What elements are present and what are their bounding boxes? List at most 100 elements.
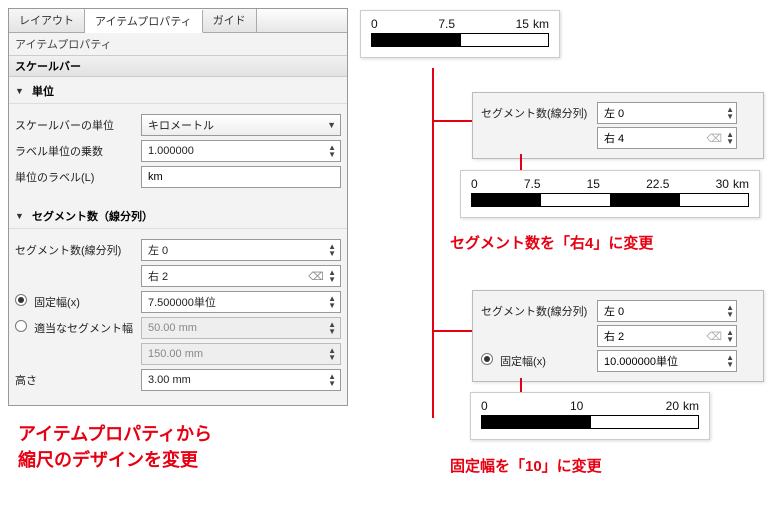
callout-main-line2: 縮尺のデザインを変更 xyxy=(18,446,212,472)
callout-line xyxy=(432,120,472,122)
label-multiplier-label: ラベル単位の乗数 xyxy=(15,143,135,159)
callout-line xyxy=(432,330,472,332)
scalebar-preview-top: 0 7.5 15km xyxy=(360,10,560,58)
tick: 20 xyxy=(666,399,679,413)
spin-buttons[interactable]: ▲▼ xyxy=(726,354,734,368)
unit-label-label: 単位のラベル(L) xyxy=(15,169,135,185)
scalebar-mid-ticks: 0 7.5 15 22.5 30km xyxy=(471,177,749,191)
tick: 15 xyxy=(516,17,529,31)
height-label: 高さ xyxy=(15,372,135,388)
fixed10-fixed-spin[interactable]: 10.000000単位 ▲▼ xyxy=(597,350,737,372)
spin-buttons[interactable]: ▲▼ xyxy=(328,269,336,283)
spin-buttons[interactable]: ▲▼ xyxy=(328,373,336,387)
fixed10-left-spin[interactable]: 左 0 ▲▼ xyxy=(597,300,737,322)
settings-box-fixed10: セグメント数(線分列) 左 0 ▲▼ 右 2 ⌫ ▲▼ 固定幅(x) 10.00… xyxy=(472,290,764,382)
seg4-left-spin[interactable]: 左 0 ▲▼ xyxy=(597,102,737,124)
segments-right-value: 右 2 xyxy=(148,268,168,284)
fixed-width-value: 7.500000単位 xyxy=(148,294,216,310)
scalebar-segment xyxy=(611,194,680,206)
section-scalebar: スケールバー xyxy=(9,55,347,77)
tab-item-properties[interactable]: アイテムプロパティ xyxy=(85,10,203,33)
fixed-width-radio-row: 固定幅(x) xyxy=(15,294,135,310)
auto-width-radio-row: 適当なセグメント幅 xyxy=(15,320,135,336)
spin-buttons: ▲▼ xyxy=(328,321,336,335)
fixed10-fixed-value: 10.000000単位 xyxy=(604,353,678,369)
spin-buttons[interactable]: ▲▼ xyxy=(726,106,734,120)
tick: 7.5 xyxy=(524,177,541,191)
group-segments[interactable]: ▼ セグメント数（線分列） xyxy=(9,202,347,229)
auto-width-value1: 50.00 mm xyxy=(148,322,197,334)
segments-left-spin[interactable]: 左 0 ▲▼ xyxy=(141,239,341,261)
scalebar-segment xyxy=(541,194,610,206)
units-rows: スケールバーの単位 キロメートル ▼ ラベル単位の乗数 1.000000 ▲▼ … xyxy=(9,104,347,202)
clear-icon[interactable]: ⌫ xyxy=(707,132,723,145)
fixed10-count-label: セグメント数(線分列) xyxy=(481,303,591,319)
chevron-down-icon: ▼ xyxy=(15,86,26,96)
fixed10-fixed-row: 固定幅(x) xyxy=(481,353,591,369)
auto-width-label: 適当なセグメント幅 xyxy=(34,323,133,335)
auto-width-radio[interactable] xyxy=(15,320,27,332)
scalebar-unit-label: スケールバーの単位 xyxy=(15,117,135,133)
auto-width-spin2: 150.00 mm ▲▼ xyxy=(141,343,341,365)
fixed10-right-spin[interactable]: 右 2 ⌫ ▲▼ xyxy=(597,325,737,347)
scalebar-low-bar xyxy=(481,415,699,429)
auto-width-value2: 150.00 mm xyxy=(148,348,203,360)
height-value: 3.00 mm xyxy=(148,374,191,386)
segments-count-label: セグメント数(線分列) xyxy=(15,242,135,258)
group-units-label: 単位 xyxy=(32,83,54,99)
auto-width-spin1: 50.00 mm ▲▼ xyxy=(141,317,341,339)
label-multiplier-spin[interactable]: 1.000000 ▲▼ xyxy=(141,140,341,162)
spin-buttons[interactable]: ▲▼ xyxy=(328,295,336,309)
callout-main-line1: アイテムプロパティから xyxy=(18,420,212,446)
scalebar-segment xyxy=(591,416,699,428)
callout-fixed10: 固定幅を「10」に変更 xyxy=(450,455,602,476)
unit-label-input[interactable]: km xyxy=(141,166,341,188)
tick: 0 xyxy=(371,17,378,31)
seg4-left-value: 左 0 xyxy=(604,105,624,121)
group-segments-label: セグメント数（線分列） xyxy=(32,208,153,224)
scalebar-mid-bar xyxy=(471,193,749,207)
label-multiplier-value: 1.000000 xyxy=(148,145,194,157)
segments-right-spin[interactable]: 右 2 ⌫ ▲▼ xyxy=(141,265,341,287)
tick: 0 xyxy=(471,177,478,191)
scalebar-top-ticks: 0 7.5 15km xyxy=(371,17,549,31)
fixed10-radio[interactable] xyxy=(481,353,493,365)
chevron-down-icon: ▼ xyxy=(327,120,336,130)
fixed-width-spin[interactable]: 7.500000単位 ▲▼ xyxy=(141,291,341,313)
clear-icon[interactable]: ⌫ xyxy=(707,330,723,343)
spin-buttons[interactable]: ▲▼ xyxy=(726,131,734,145)
scalebar-preview-seg4: 0 7.5 15 22.5 30km xyxy=(460,170,760,218)
tick: 15 xyxy=(587,177,600,191)
fixed10-fixed-label: 固定幅(x) xyxy=(500,356,546,368)
spin-buttons[interactable]: ▲▼ xyxy=(328,243,336,257)
tab-guide[interactable]: ガイド xyxy=(203,9,257,32)
fixed-width-label: 固定幅(x) xyxy=(34,297,80,309)
scalebar-segment xyxy=(482,416,591,428)
scalebar-unit-combo[interactable]: キロメートル ▼ xyxy=(141,114,341,136)
item-properties-panel: レイアウト アイテムプロパティ ガイド アイテムプロパティ スケールバー ▼ 単… xyxy=(8,8,348,406)
scalebar-segment xyxy=(680,194,748,206)
scalebar-low-ticks: 0 10 20km xyxy=(481,399,699,413)
segments-rows: セグメント数(線分列) 左 0 ▲▼ 右 2 ⌫ ▲▼ 固定幅(x) xyxy=(9,229,347,405)
panel-title: アイテムプロパティ xyxy=(9,33,347,55)
height-spin[interactable]: 3.00 mm ▲▼ xyxy=(141,369,341,391)
scalebar-unit-value: キロメートル xyxy=(148,117,214,133)
seg4-right-spin[interactable]: 右 4 ⌫ ▲▼ xyxy=(597,127,737,149)
fixed-width-radio[interactable] xyxy=(15,294,27,306)
group-units[interactable]: ▼ 単位 xyxy=(9,77,347,104)
seg4-count-label: セグメント数(線分列) xyxy=(481,105,591,121)
scalebar-segment xyxy=(372,34,461,46)
tick: 7.5 xyxy=(438,17,455,31)
chevron-down-icon: ▼ xyxy=(15,211,26,221)
spin-buttons[interactable]: ▲▼ xyxy=(328,144,336,158)
tick: 10 xyxy=(570,399,583,413)
spin-buttons[interactable]: ▲▼ xyxy=(726,329,734,343)
spin-buttons: ▲▼ xyxy=(328,347,336,361)
tick: 0 xyxy=(481,399,488,413)
settings-box-seg4: セグメント数(線分列) 左 0 ▲▼ 右 4 ⌫ ▲▼ xyxy=(472,92,764,159)
clear-icon[interactable]: ⌫ xyxy=(308,270,324,283)
tab-layout[interactable]: レイアウト xyxy=(9,9,85,32)
scalebar-segment xyxy=(472,194,541,206)
spin-buttons[interactable]: ▲▼ xyxy=(726,304,734,318)
section-scalebar-label: スケールバー xyxy=(15,58,81,74)
